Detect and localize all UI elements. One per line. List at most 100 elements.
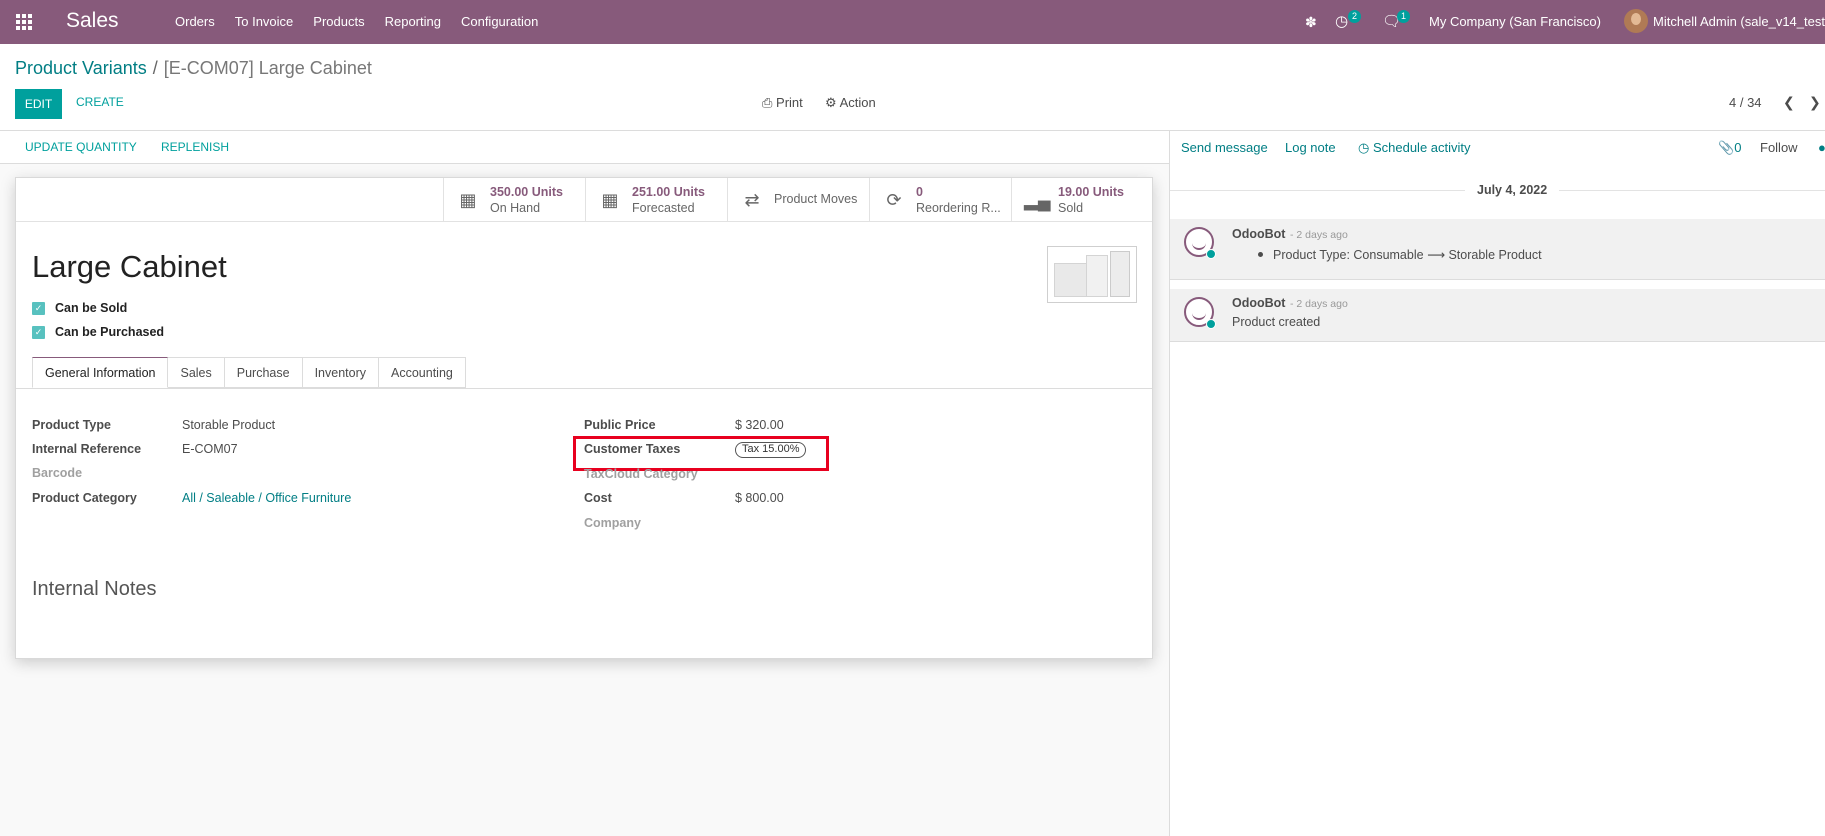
app-name[interactable]: Sales (66, 9, 119, 33)
on-hand-label: On Hand (490, 201, 541, 215)
barcode-label: Barcode (32, 466, 83, 480)
breadcrumb-current: [E-COM07] Large Cabinet (163, 58, 372, 78)
on-hand-value: 350.00 Units (490, 185, 563, 199)
long-arrow-right-icon: ⟶ (1427, 248, 1445, 262)
breadcrumb-product-variants[interactable]: Product Variants (15, 58, 147, 78)
activity-clock-icon[interactable]: ◷ (1335, 0, 1348, 44)
pager-previous-icon[interactable]: ❮ (1783, 94, 1795, 111)
user-menu[interactable]: Mitchell Admin (sale_v14_test (1653, 0, 1825, 44)
breadcrumb: Product Variants / [E-COM07] Large Cabinet (15, 58, 372, 79)
public-price-label: Public Price (584, 418, 656, 432)
sold-smart-button[interactable]: ▂▄ 19.00 Units Sold (1011, 178, 1152, 222)
clock-icon: ◷ (1358, 140, 1370, 155)
messages-chat-icon[interactable]: 🗨 (1382, 0, 1401, 44)
smart-buttons-row: ▦ 350.00 Units On Hand ▦ 251.00 Units Fo… (16, 178, 1152, 222)
debug-bug-icon[interactable]: ✽ (1305, 0, 1317, 44)
schedule-activity-label: Schedule activity (1372, 140, 1471, 155)
print-label: Print (776, 95, 803, 110)
forecasted-smart-button[interactable]: ▦ 251.00 Units Forecasted (585, 178, 727, 222)
taxcloud-category-label: TaxCloud Category (584, 467, 698, 481)
attachments-button[interactable]: 📎0 (1718, 140, 1741, 156)
signal-bars-icon: ▂▄ (1024, 190, 1051, 210)
odoobot-avatar (1184, 227, 1216, 259)
sold-value: 19.00 Units (1058, 185, 1125, 199)
message-date: - 2 days ago (1290, 229, 1348, 241)
on-hand-smart-button[interactable]: ▦ 350.00 Units On Hand (443, 178, 585, 222)
user-avatar[interactable] (1624, 9, 1648, 33)
cost-value: $ 800.00 (735, 491, 784, 505)
edit-button[interactable]: EDIT (15, 89, 62, 119)
chatter-panel: Send message Log note ◷ Schedule activit… (1169, 131, 1825, 836)
cubes-icon: ▦ (601, 190, 619, 210)
send-message-button[interactable]: Send message (1181, 140, 1268, 155)
odoobot-avatar (1184, 297, 1216, 329)
can-be-purchased-label: Can be Purchased (55, 325, 165, 339)
menu-reporting[interactable]: Reporting (375, 0, 451, 44)
date-separator-label: July 4, 2022 (1465, 183, 1560, 197)
control-panel: Product Variants / [E-COM07] Large Cabinet… (0, 44, 1825, 131)
chatter-message: OdooBot - 2 days ago Product created (1170, 289, 1825, 342)
paperclip-icon: 📎 (1718, 140, 1735, 155)
tab-purchase[interactable]: Purchase (224, 357, 303, 388)
tracking-value-change: Product Type: Consumable ⟶ Storable Prod… (1273, 248, 1542, 262)
attachments-count: 0 (1734, 140, 1742, 155)
message-author[interactable]: OdooBot (1232, 227, 1285, 241)
tab-general-information[interactable]: General Information (32, 357, 169, 388)
breadcrumb-separator: / (152, 58, 158, 78)
public-price-value: $ 320.00 (735, 418, 784, 432)
menu-configuration[interactable]: Configuration (451, 0, 548, 44)
customer-taxes-highlight-box (573, 436, 829, 471)
bullet-dot (1258, 252, 1263, 257)
product-moves-smart-button[interactable]: ⇄ Product Moves (727, 178, 869, 222)
print-icon: ⎙ (762, 95, 773, 110)
forecasted-label: Forecasted (632, 201, 695, 215)
product-image[interactable] (1047, 246, 1137, 303)
product-type-value: Storable Product (182, 418, 276, 432)
apps-menu-icon[interactable] (16, 14, 32, 30)
action-menu[interactable]: ⚙ Action (825, 95, 876, 111)
gear-icon: ⚙ (825, 95, 837, 110)
product-name: Large Cabinet (32, 249, 227, 284)
tracking-field-name: Product Type (1273, 248, 1347, 262)
tracking-old-value: Consumable (1353, 248, 1424, 262)
update-quantity-button[interactable]: UPDATE QUANTITY (25, 140, 137, 154)
top-navbar: Sales Orders To Invoice Products Reporti… (0, 0, 1825, 44)
pager-value[interactable]: 4 / 34 (1729, 95, 1762, 110)
reordering-rules-smart-button[interactable]: ⟳ 0 Reordering R... (869, 178, 1011, 222)
reordering-value: 0 (916, 185, 923, 199)
followers-user-icon[interactable]: ● (1818, 140, 1825, 155)
message-body: Product created (1232, 315, 1321, 329)
exchange-arrows-icon: ⇄ (744, 190, 760, 210)
product-moves-label: Product Moves (774, 192, 858, 206)
company-switcher[interactable]: My Company (San Francisco) (1429, 0, 1601, 44)
tab-inventory[interactable]: Inventory (302, 357, 379, 388)
menu-to-invoice[interactable]: To Invoice (225, 0, 304, 44)
form-tabs: General Information Sales Purchase Inven… (32, 357, 466, 388)
form-sheet: ▦ 350.00 Units On Hand ▦ 251.00 Units Fo… (15, 177, 1153, 659)
company-label: Company (584, 516, 641, 530)
print-menu[interactable]: ⎙ Print (762, 95, 803, 111)
tab-sales[interactable]: Sales (168, 357, 225, 388)
cubes-icon: ▦ (459, 190, 477, 210)
follow-button[interactable]: Follow (1760, 140, 1798, 155)
log-note-button[interactable]: Log note (1285, 140, 1336, 155)
replenish-button[interactable]: REPLENISH (161, 140, 229, 154)
product-type-label: Product Type (32, 418, 111, 432)
sold-label: Sold (1058, 201, 1084, 215)
pager-next-icon[interactable]: ❯ (1809, 94, 1821, 111)
create-button[interactable]: CREATE (76, 95, 124, 109)
cost-label: Cost (584, 491, 612, 505)
can-be-sold-label: Can be Sold (55, 301, 128, 315)
message-author[interactable]: OdooBot (1232, 296, 1285, 310)
can-be-sold-checkbox[interactable]: ✓ (32, 302, 45, 315)
menu-products[interactable]: Products (303, 0, 374, 44)
tracking-new-value: Storable Product (1448, 248, 1542, 262)
reordering-label: Reordering R... (916, 201, 1001, 215)
internal-reference-label: Internal Reference (32, 442, 142, 456)
message-count-badge: 1 (1397, 10, 1411, 23)
menu-orders[interactable]: Orders (165, 0, 225, 44)
product-category-link[interactable]: All / Saleable / Office Furniture (182, 491, 351, 505)
schedule-activity-button[interactable]: ◷ Schedule activity (1358, 140, 1471, 156)
can-be-purchased-checkbox[interactable]: ✓ (32, 326, 45, 339)
tab-accounting[interactable]: Accounting (379, 357, 466, 388)
